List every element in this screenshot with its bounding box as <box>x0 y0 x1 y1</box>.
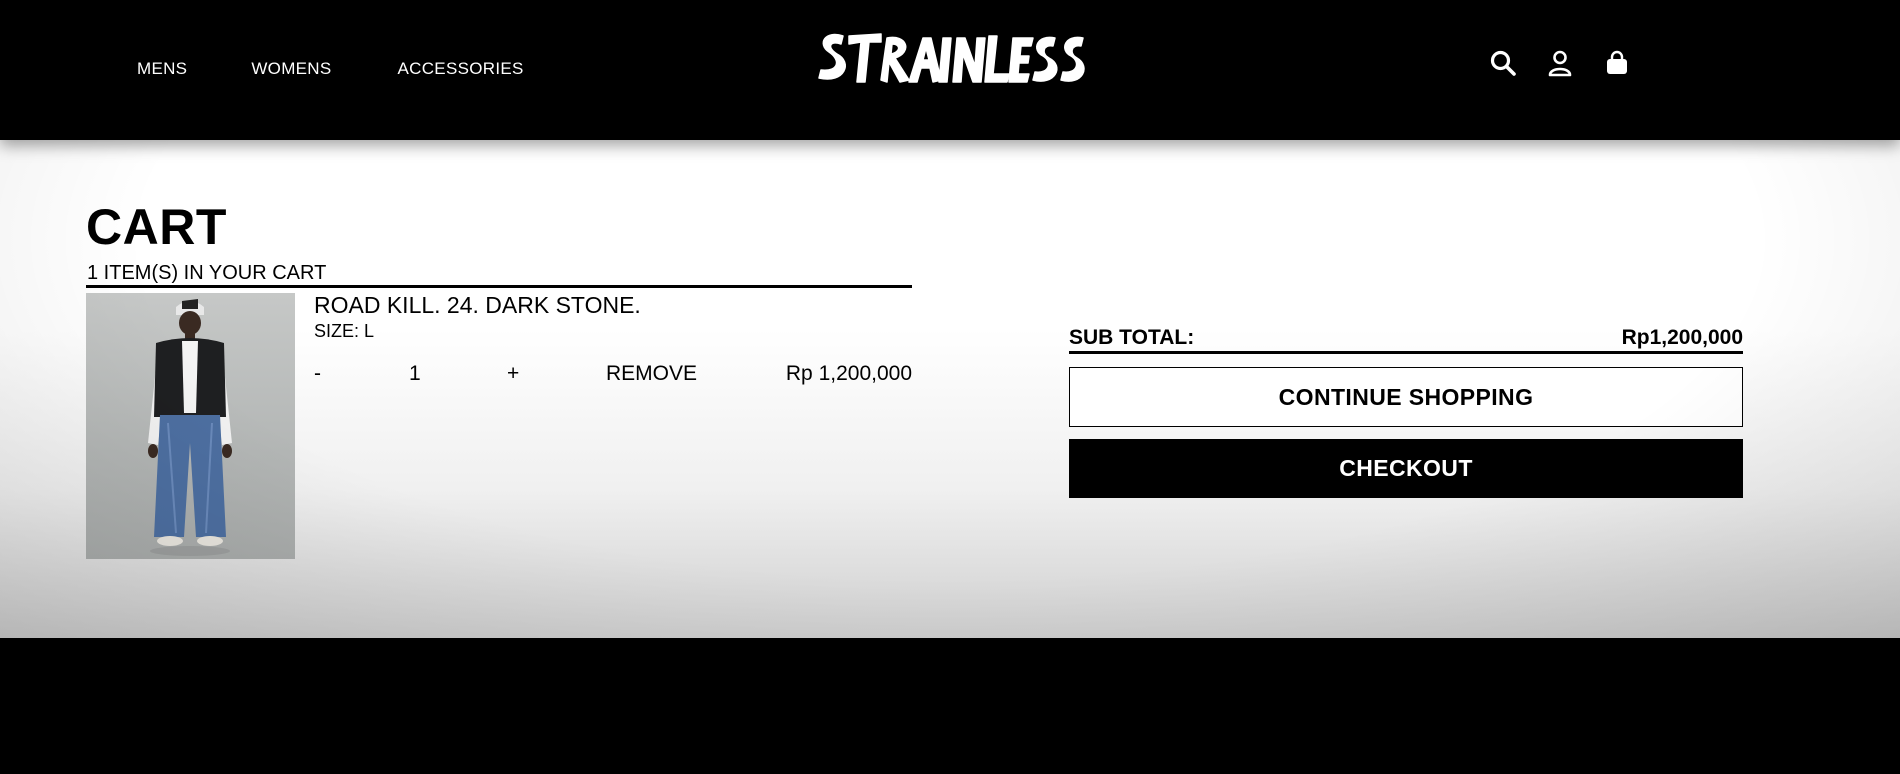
subtotal-value: Rp1,200,000 <box>1621 326 1743 349</box>
product-photo-illustration <box>148 299 232 556</box>
item-price: Rp 1,200,000 <box>785 362 912 385</box>
shopping-bag-icon[interactable] <box>1602 48 1632 78</box>
search-icon[interactable] <box>1488 48 1518 78</box>
checkout-button[interactable]: CHECKOUT <box>1069 439 1743 498</box>
quantity-value: 1 <box>409 362 421 385</box>
increase-quantity-button[interactable]: + <box>507 362 519 386</box>
subtotal-row: SUB TOTAL: Rp1,200,000 <box>1069 326 1743 350</box>
nav-mens[interactable]: MENS <box>137 59 187 79</box>
continue-shopping-button[interactable]: CONTINUE SHOPPING <box>1069 367 1743 427</box>
main-nav: MENS WOMENS ACCESSORIES <box>137 59 566 79</box>
cart-item-count: 1 ITEM(S) IN YOUR CART <box>87 262 327 284</box>
divider <box>1069 351 1743 354</box>
nav-womens[interactable]: WOMENS <box>251 59 331 79</box>
product-size: SIZE: L <box>314 321 375 341</box>
site-header: MENS WOMENS ACCESSORIES <box>0 0 1900 140</box>
page-title: CART <box>86 199 227 255</box>
divider <box>86 285 912 288</box>
nav-accessories[interactable]: ACCESSORIES <box>398 59 524 79</box>
decrease-quantity-button[interactable]: - <box>314 362 321 386</box>
brand-logo[interactable] <box>815 22 1085 92</box>
header-icons <box>1488 48 1659 78</box>
site-footer <box>0 638 1900 774</box>
logo-graffiti <box>818 33 1085 83</box>
product-name[interactable]: ROAD KILL. 24. DARK STONE. <box>314 292 641 319</box>
remove-item-button[interactable]: REMOVE <box>606 362 697 386</box>
cart-page: CART 1 ITEM(S) IN YOUR CART ROAD KILL. 2… <box>0 140 1900 638</box>
subtotal-label: SUB TOTAL: <box>1069 326 1195 349</box>
cart-item-controls: - 1 + REMOVE Rp 1,200,000 <box>314 362 912 388</box>
product-image[interactable] <box>86 293 295 559</box>
user-icon[interactable] <box>1545 48 1575 78</box>
